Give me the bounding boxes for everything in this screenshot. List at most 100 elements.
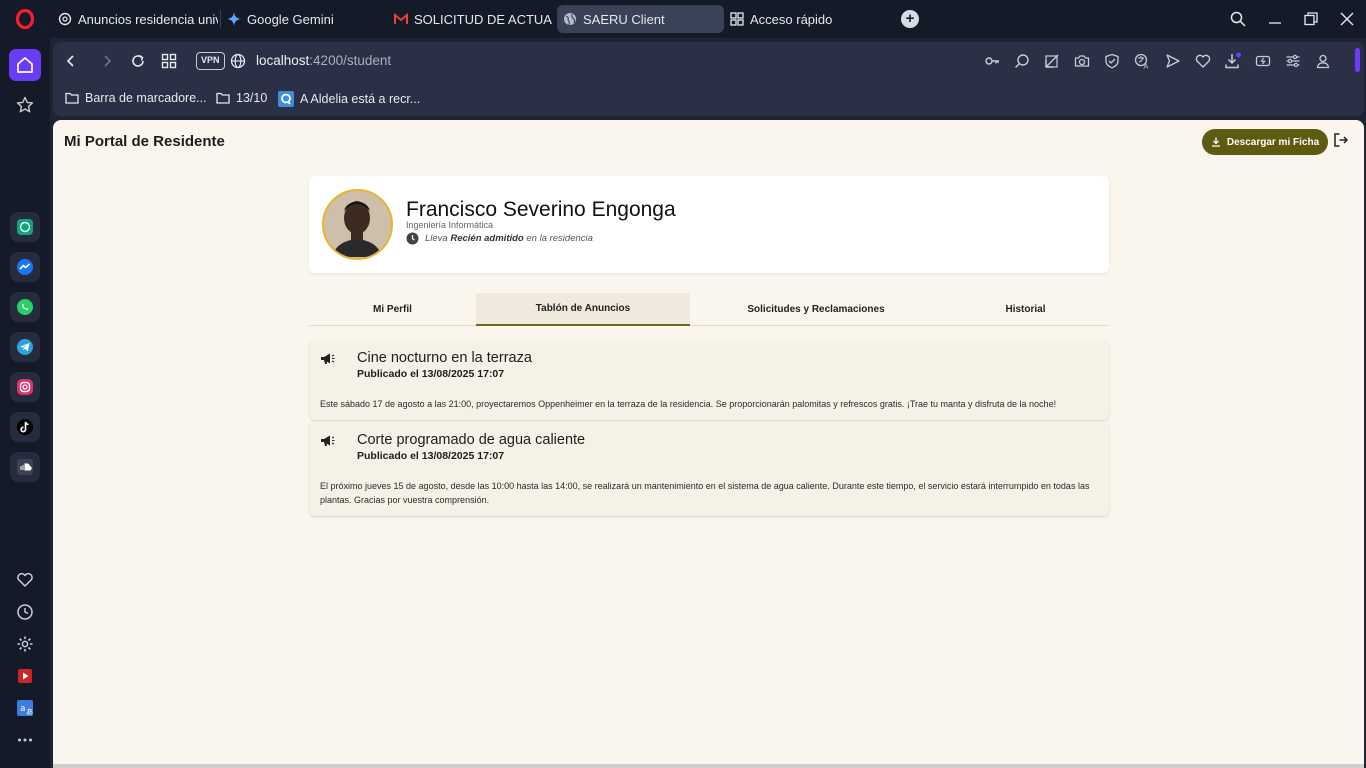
clock-icon bbox=[406, 232, 419, 245]
tab-solicitudes-reclamaciones[interactable]: Solicitudes y Reclamaciones bbox=[690, 293, 942, 325]
announcement-title: Corte programado de agua caliente bbox=[357, 432, 586, 448]
bookmark-folder-1310[interactable]: 13/10 bbox=[216, 91, 267, 105]
messenger-icon[interactable] bbox=[10, 252, 40, 282]
opera-logo-icon[interactable] bbox=[8, 6, 42, 32]
search-tabs-icon[interactable] bbox=[1228, 9, 1248, 29]
announcement-card: Cine nocturno en la terraza Publicado el… bbox=[309, 340, 1109, 420]
page-bottom-edge bbox=[53, 764, 1364, 768]
key-icon[interactable] bbox=[983, 52, 1001, 70]
send-icon[interactable] bbox=[1164, 52, 1182, 70]
forward-icon[interactable] bbox=[97, 51, 117, 71]
tab-title: Anuncios residencia universitaria bbox=[78, 11, 218, 27]
vpn-badge[interactable]: VPN bbox=[196, 52, 225, 70]
avatar bbox=[322, 189, 393, 260]
download-icon bbox=[1211, 137, 1221, 147]
soundcloud-icon[interactable] bbox=[10, 452, 40, 482]
page-viewport: Mi Portal de Residente Descargar mi Fich… bbox=[53, 120, 1364, 764]
bookmark-folder-barra[interactable]: Barra de marcadore... bbox=[65, 91, 207, 105]
bookmark-label: A Aldelia está a recr... bbox=[300, 92, 421, 106]
announcement-card: Corte programado de agua caliente Public… bbox=[309, 422, 1109, 516]
browser-tab-strip: Anuncios residencia universitaria Google… bbox=[0, 0, 1366, 38]
grid-icon bbox=[730, 12, 744, 26]
tab-acceso-rapido[interactable]: Acceso rápido bbox=[724, 5, 864, 33]
student-name: Francisco Severino Engonga bbox=[406, 198, 676, 221]
minimize-icon[interactable] bbox=[1265, 9, 1285, 29]
back-icon[interactable] bbox=[61, 51, 81, 71]
address-bar: VPN localhost:4200/student A bbox=[53, 42, 1364, 80]
folder-icon bbox=[65, 92, 79, 104]
globe-icon bbox=[563, 12, 577, 26]
restore-icon[interactable] bbox=[1301, 9, 1321, 29]
browser-sidebar: aあ bbox=[0, 38, 50, 768]
download-label: Descargar mi Ficha bbox=[1226, 136, 1320, 148]
tab-title: Google Gemini bbox=[247, 11, 334, 27]
camera-icon[interactable] bbox=[1073, 52, 1091, 70]
gmail-icon bbox=[394, 12, 408, 26]
translate-page-icon[interactable]: A bbox=[1133, 52, 1151, 70]
q-icon bbox=[278, 91, 294, 107]
gemini-icon bbox=[227, 12, 241, 26]
shield-icon[interactable] bbox=[1103, 52, 1121, 70]
svg-text:あ: あ bbox=[26, 708, 33, 716]
reload-icon[interactable] bbox=[128, 51, 148, 71]
bookmark-label: Barra de marcadore... bbox=[85, 91, 207, 105]
tab-gemini[interactable]: Google Gemini bbox=[221, 5, 381, 33]
tab-title: SOLICITUD DE ACTUALIZACIÓN bbox=[414, 11, 552, 27]
announcement-title: Cine nocturno en la terraza bbox=[357, 350, 532, 366]
instagram-icon[interactable] bbox=[10, 372, 40, 402]
profile-card: Francisco Severino Engonga Ingeniería In… bbox=[309, 176, 1109, 273]
url-host: localhost bbox=[256, 53, 310, 68]
student-degree: Ingeniería Informática bbox=[406, 220, 494, 230]
site-info-globe-icon[interactable] bbox=[228, 51, 248, 71]
tab-title: Acceso rápido bbox=[750, 11, 833, 27]
announcement-date: Publicado el 13/08/2025 17:07 bbox=[357, 368, 505, 380]
close-window-icon[interactable] bbox=[1337, 9, 1357, 29]
translate-icon[interactable]: aあ bbox=[10, 693, 40, 723]
star-icon[interactable] bbox=[10, 90, 40, 120]
tab-historial[interactable]: Historial bbox=[942, 293, 1109, 325]
tab-saeru-client[interactable]: SAERU Client bbox=[557, 5, 724, 33]
download-profile-button[interactable]: Descargar mi Ficha bbox=[1202, 129, 1328, 155]
whatsapp-icon[interactable] bbox=[10, 292, 40, 322]
edit-icon[interactable] bbox=[1043, 52, 1061, 70]
tab-anuncios[interactable]: Anuncios residencia universitaria bbox=[52, 5, 218, 33]
history-icon[interactable] bbox=[10, 597, 40, 627]
url-path: :4200/student bbox=[309, 53, 392, 68]
heart-icon[interactable] bbox=[10, 565, 40, 595]
url-field[interactable]: localhost:4200/student bbox=[256, 53, 391, 68]
status-suffix: en la residencia bbox=[526, 233, 593, 244]
bookmarks-bar: Barra de marcadore... 13/10 A Aldelia es… bbox=[53, 80, 1364, 116]
residence-status: Lleva Recién admitido en la residencia bbox=[406, 232, 593, 245]
bookmark-aldelia[interactable]: A Aldelia está a recr... bbox=[278, 91, 420, 107]
logout-icon[interactable] bbox=[1333, 132, 1351, 150]
portal-tabs: Mi Perfil Tablón de Anuncios Solicitudes… bbox=[309, 293, 1109, 326]
telegram-icon[interactable] bbox=[10, 332, 40, 362]
announcement-date: Publicado el 13/08/2025 17:07 bbox=[357, 450, 505, 462]
zoom-search-icon[interactable] bbox=[1013, 52, 1031, 70]
openai-icon bbox=[58, 12, 72, 26]
settings-gear-icon[interactable] bbox=[10, 629, 40, 659]
easy-setup-icon[interactable] bbox=[1284, 52, 1302, 70]
tab-solicitud[interactable]: SOLICITUD DE ACTUALIZACIÓN bbox=[388, 5, 552, 33]
favorites-heart-icon[interactable] bbox=[1194, 52, 1212, 70]
announcement-body: El próximo jueves 15 de agosto, desde la… bbox=[320, 481, 1090, 505]
tabs-overview-icon[interactable] bbox=[159, 51, 179, 71]
announcement-body: Este sábado 17 de agosto a las 21:00, pr… bbox=[320, 399, 1057, 409]
profile-icon[interactable] bbox=[1314, 52, 1332, 70]
page-title: Mi Portal de Residente bbox=[64, 133, 225, 150]
home-icon[interactable] bbox=[9, 49, 41, 81]
megaphone-icon bbox=[320, 434, 335, 448]
player-icon[interactable] bbox=[10, 661, 40, 691]
tiktok-icon[interactable] bbox=[10, 412, 40, 442]
tab-mi-perfil[interactable]: Mi Perfil bbox=[309, 293, 476, 325]
new-tab-button[interactable]: + bbox=[901, 10, 919, 28]
tab-tablon-anuncios[interactable]: Tablón de Anuncios bbox=[476, 293, 690, 326]
more-options-icon[interactable] bbox=[10, 725, 40, 755]
tab-title: SAERU Client bbox=[583, 11, 665, 27]
downloads-icon[interactable] bbox=[1224, 52, 1242, 70]
chatgpt-icon[interactable] bbox=[10, 212, 40, 242]
sidebar-scroll-indicator bbox=[1355, 48, 1360, 72]
battery-saver-icon[interactable] bbox=[1254, 52, 1272, 70]
megaphone-icon bbox=[320, 352, 335, 366]
status-prefix: Lleva bbox=[425, 233, 448, 244]
